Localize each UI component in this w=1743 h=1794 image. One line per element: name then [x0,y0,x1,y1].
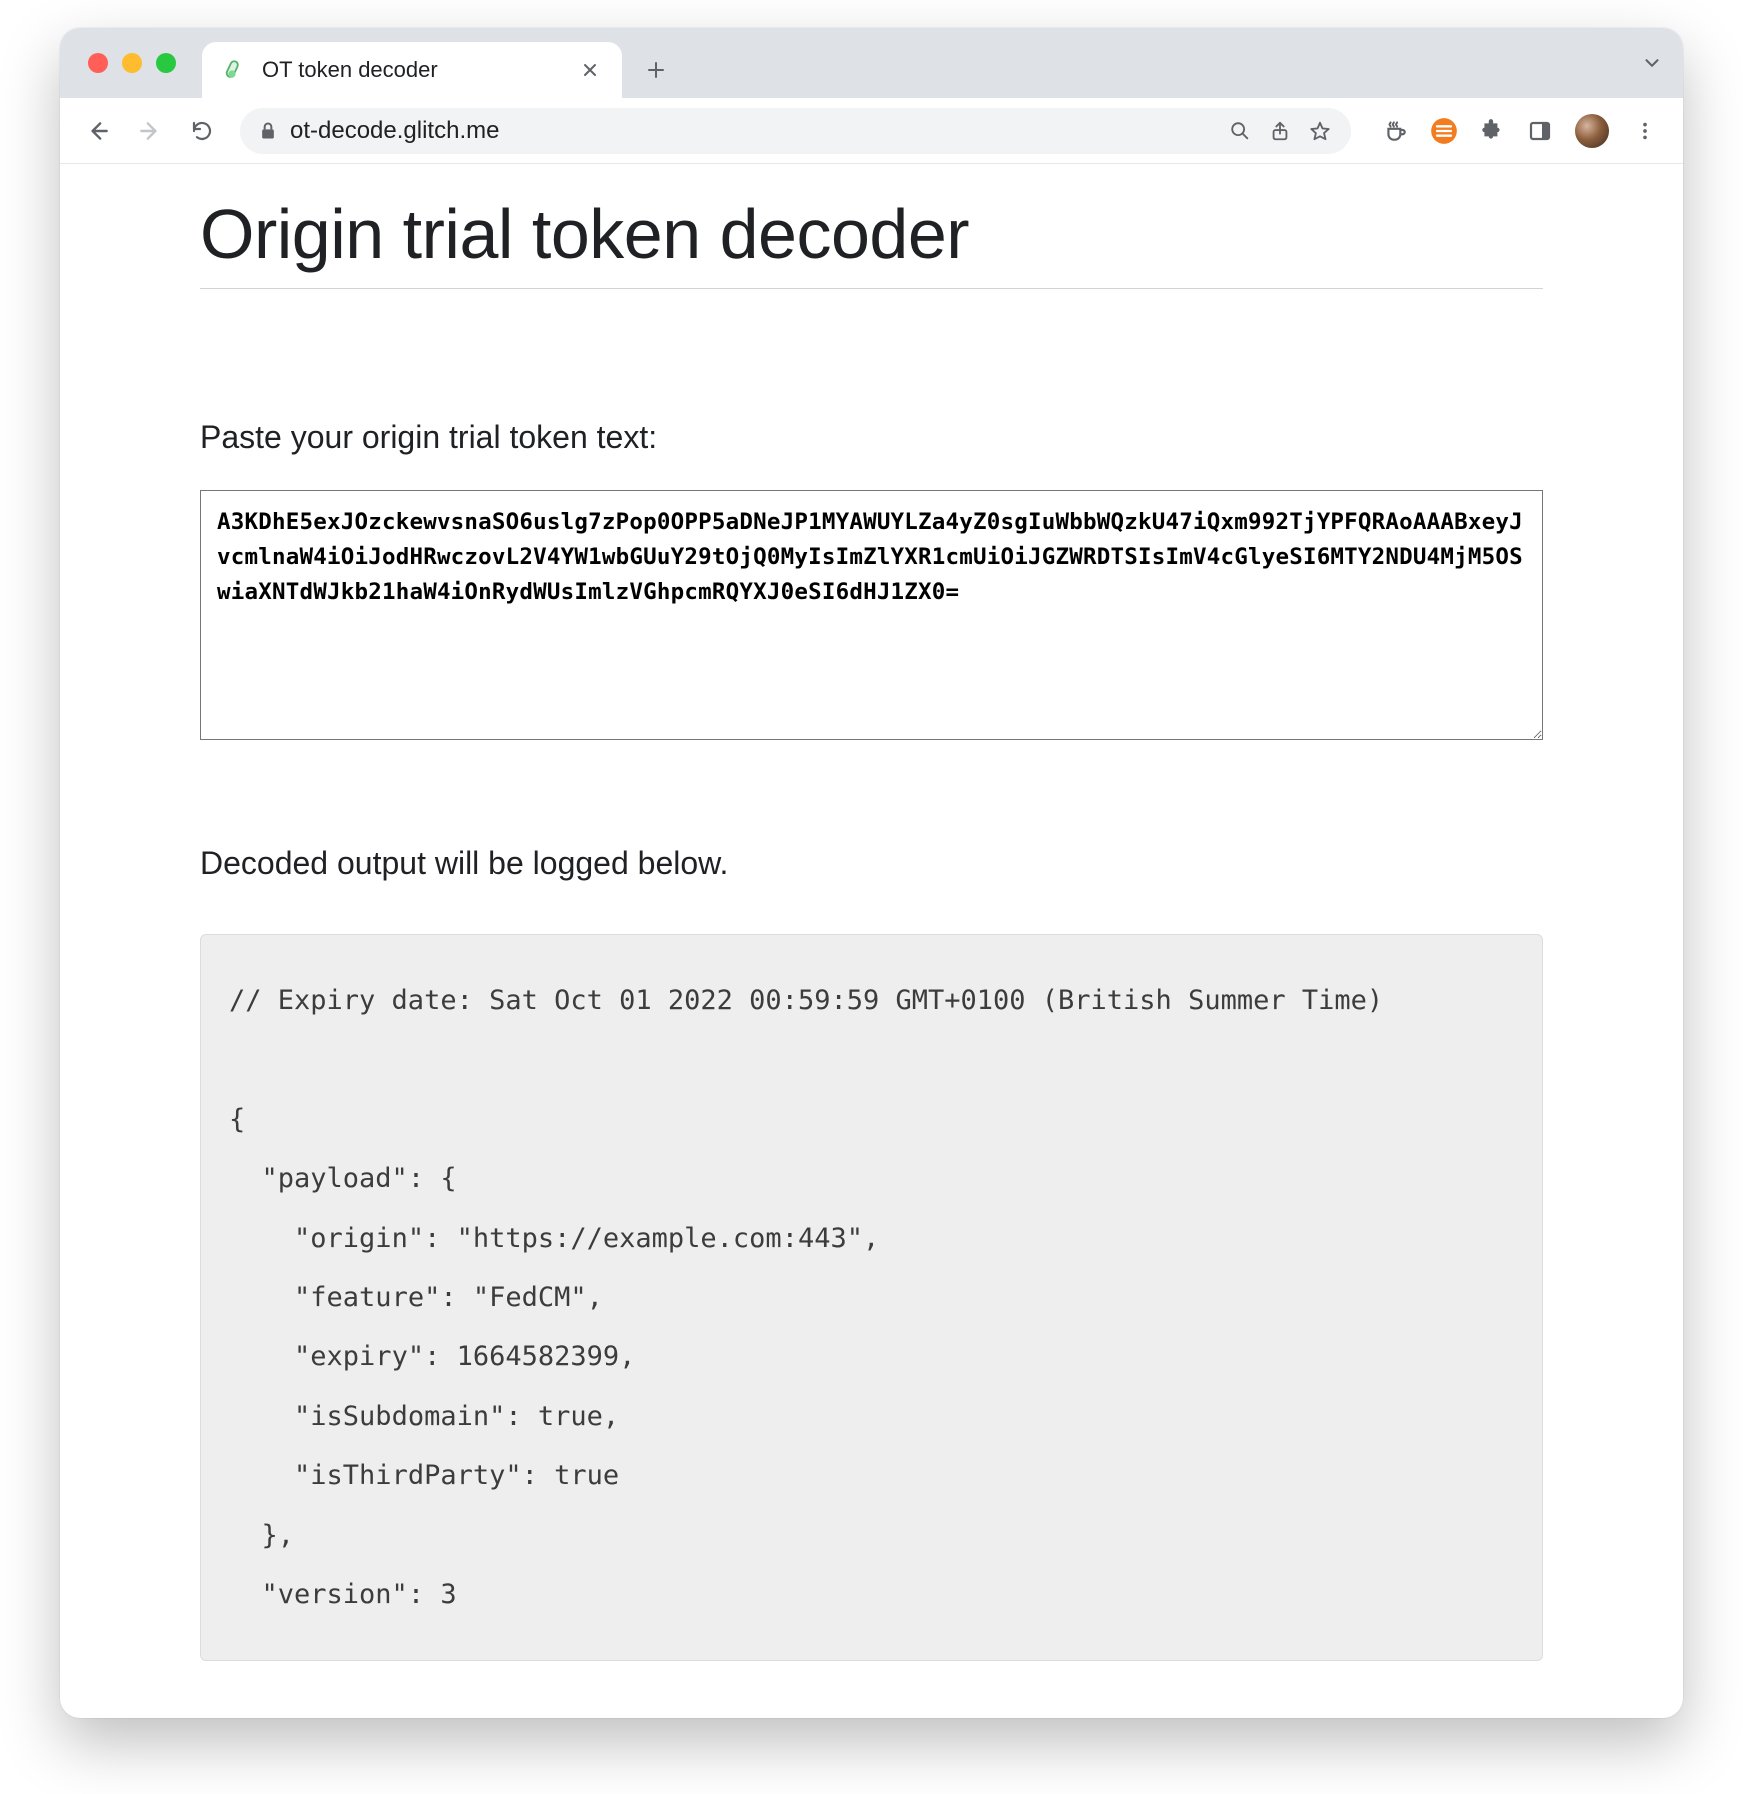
reload-button[interactable] [180,109,224,153]
window-fullscreen-button[interactable] [156,53,176,73]
page-content: Origin trial token decoder Paste your or… [60,164,1683,1661]
address-bar[interactable]: ot-decode.glitch.me [240,108,1351,154]
new-tab-button[interactable] [634,48,678,92]
extension-coffee-icon[interactable] [1381,116,1411,146]
tab-title: OT token decoder [262,57,562,83]
browser-window: OT token decoder [60,28,1683,1718]
decoded-output: // Expiry date: Sat Oct 01 2022 00:59:59… [200,934,1543,1661]
nav-back-button[interactable] [76,109,120,153]
search-icon[interactable] [1229,120,1251,142]
browser-tab[interactable]: OT token decoder [202,42,622,98]
extension-orange-circle-icon[interactable] [1429,116,1459,146]
bookmark-star-icon[interactable] [1309,120,1331,142]
lock-icon [258,121,278,141]
nav-forward-button[interactable] [128,109,172,153]
extension-icons [1381,116,1555,146]
browser-toolbar: ot-decode.glitch.me [60,98,1683,164]
token-textarea[interactable]: A3KDhE5exJOzckewvsnaSO6uslg7zPop0OPP5aDN… [200,490,1543,740]
window-controls [78,28,184,98]
side-panel-icon[interactable] [1525,116,1555,146]
window-minimize-button[interactable] [122,53,142,73]
output-label: Decoded output will be logged below. [200,845,1543,882]
input-label: Paste your origin trial token text: [200,419,1543,456]
window-close-button[interactable] [88,53,108,73]
profile-avatar[interactable] [1575,114,1609,148]
share-icon[interactable] [1269,120,1291,142]
extensions-puzzle-icon[interactable] [1477,116,1507,146]
tab-list-dropdown[interactable] [1641,28,1663,98]
tab-strip: OT token decoder [60,28,1683,98]
browser-menu-button[interactable] [1623,109,1667,153]
tab-favicon-test-tube-icon [222,57,248,83]
url-text: ot-decode.glitch.me [290,117,1217,145]
tab-close-button[interactable] [576,56,604,84]
page-heading: Origin trial token decoder [200,194,1543,289]
